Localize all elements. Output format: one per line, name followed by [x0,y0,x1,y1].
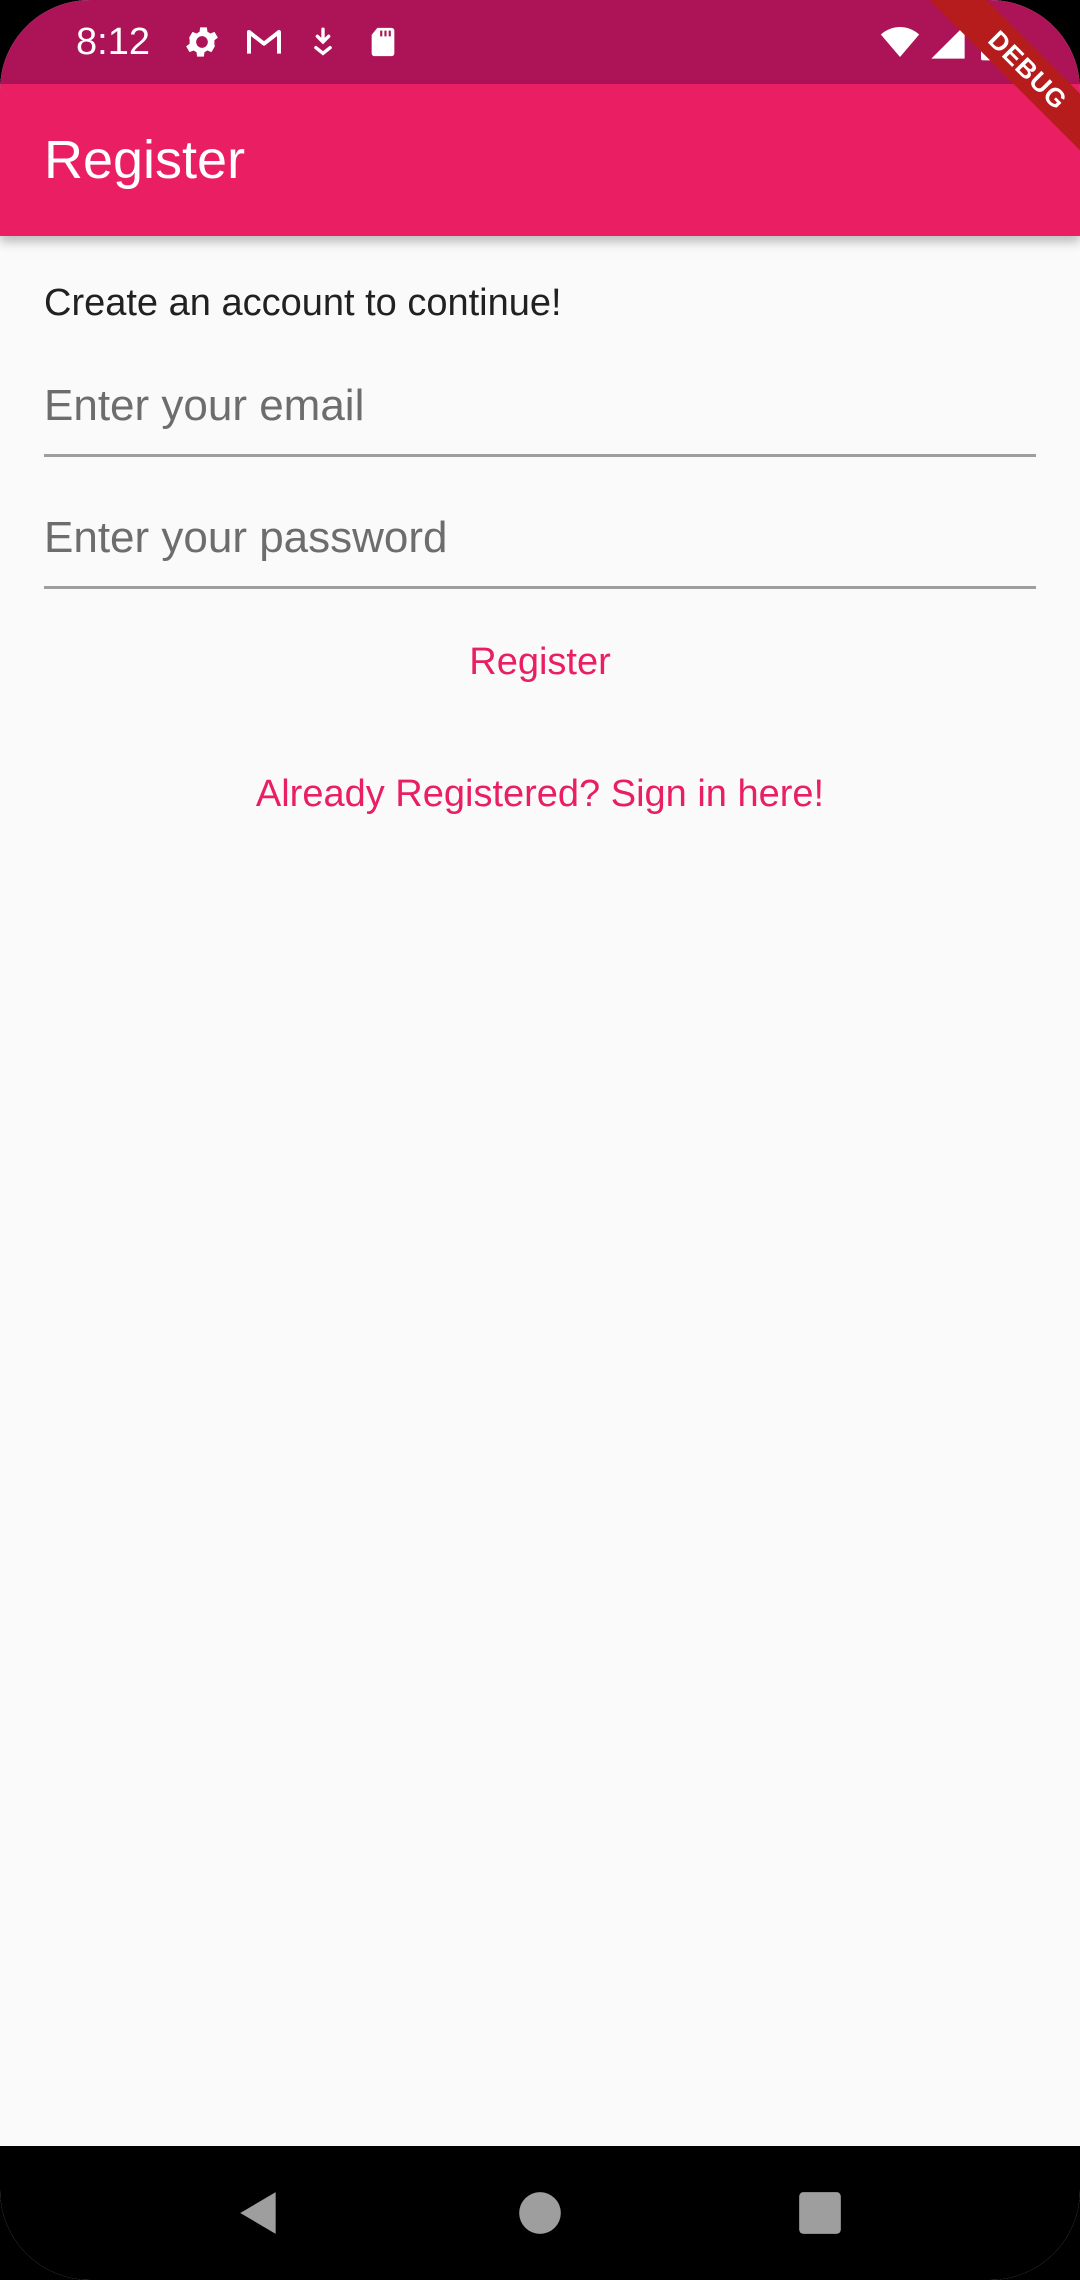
navigation-bar [0,2146,1080,2280]
wifi-icon [878,22,922,62]
screen: 8:12 Register DEBUG Create an account to… [0,0,1080,2280]
recents-icon[interactable] [795,2188,845,2238]
register-button[interactable]: Register [44,618,1036,706]
status-time: 8:12 [76,21,150,63]
home-icon[interactable] [515,2188,565,2238]
sign-in-link[interactable]: Already Registered? Sign in here! [44,750,1036,838]
page-title: Register [44,130,246,190]
gmail-icon [242,22,286,62]
settings-icon [182,22,222,62]
debug-banner-label: DEBUG [921,0,1080,160]
email-field-container [44,366,1036,457]
password-field-container [44,498,1036,589]
back-icon[interactable] [234,2188,284,2238]
password-field[interactable] [44,498,1036,578]
form-subtitle: Create an account to continue! [44,282,562,324]
app-bar: Register [0,84,1080,236]
download-icon [306,22,340,62]
sd-card-icon [366,22,400,62]
email-field[interactable] [44,366,1036,446]
status-bar: 8:12 [0,0,1080,84]
debug-banner: DEBUG [920,0,1080,160]
